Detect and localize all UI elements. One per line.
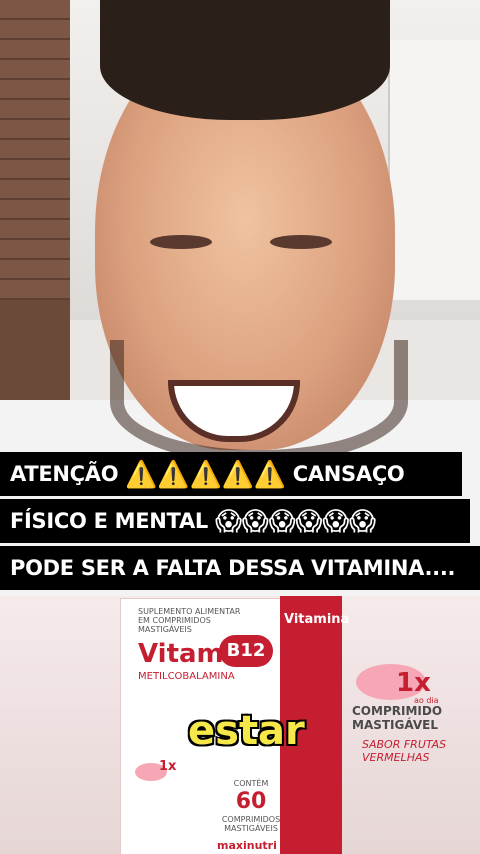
flavor-line-1: SABOR FRUTAS — [362, 738, 447, 751]
dose-label-line-1: COMPRIMIDO — [352, 704, 443, 718]
product-count: 60 — [235, 789, 267, 814]
dose-badge: 1x — [396, 668, 431, 698]
presenter-hair — [100, 0, 390, 120]
caption-fatigue-text: CANSAÇO — [292, 462, 405, 486]
flavor-line-2: VERMELHAS — [362, 751, 430, 764]
count-unit: COMPRIMIDOS MASTIGÁVEIS — [221, 815, 281, 833]
caption-physical-mental-text: FÍSICO E MENTAL — [10, 509, 208, 533]
flavor-label: SABOR FRUTAS VERMELHAS — [362, 738, 446, 764]
caption-line-2: FÍSICO E MENTAL 😱😱😱😱😱😱 — [0, 499, 470, 543]
left-eye — [150, 235, 212, 249]
product-compound: METILCOBALAMINA — [138, 671, 235, 682]
caption-line-3: PODE SER A FALTA DESSA VITAMINA.... — [0, 546, 480, 590]
caption-attention-text: ATENÇÃO — [10, 462, 119, 486]
brand-logo: maxinutri — [217, 839, 277, 852]
right-eye — [270, 235, 332, 249]
dose-label-line-2: MASTIGÁVEL — [352, 718, 438, 732]
caption-line-1: ATENÇÃO ⚠️⚠️⚠️⚠️⚠️ CANSAÇO — [0, 452, 462, 496]
dose-label: COMPRIMIDO MASTIGÁVEL — [352, 704, 442, 732]
caption-vitamin-text: PODE SER A FALTA DESSA VITAMINA.... — [10, 556, 456, 580]
box-top-text: SUPLEMENTO ALIMENTAR EM COMPRIMIDOS MAST… — [138, 607, 241, 634]
mini-dose-badge: 1x — [159, 759, 177, 774]
subtitle-word: estar — [188, 708, 305, 754]
side-product-name: Vitamina — [284, 612, 350, 627]
product-variant-badge: B12 — [219, 635, 273, 667]
count-label: CONTÉM — [233, 779, 269, 788]
scream-face-icon: 😱😱😱😱😱😱 — [215, 507, 376, 537]
warning-icon: ⚠️⚠️⚠️⚠️⚠️ — [125, 460, 286, 490]
white-cabinet — [388, 40, 480, 300]
brick-wall — [0, 0, 70, 300]
